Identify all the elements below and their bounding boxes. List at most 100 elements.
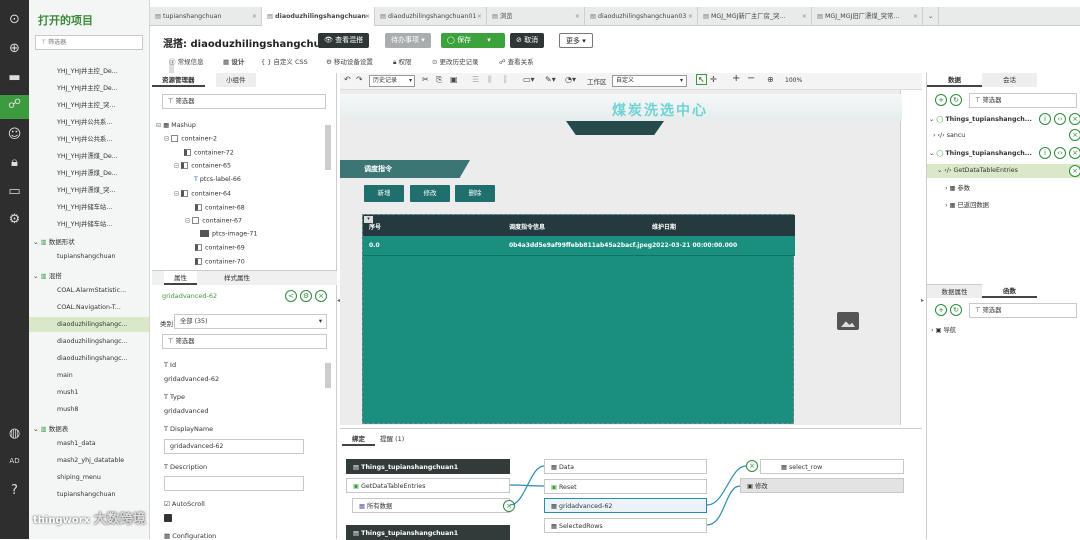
project-item[interactable]: YHJ_YHJ井公共系... [57,134,112,143]
edit-icon[interactable]: ✎▾ [545,75,556,84]
project-item[interactable]: YHJ_YHJ井漂煤_De... [57,168,118,177]
expand-icon[interactable]: ⊟ [185,218,190,225]
tree-node[interactable]: T ptcs-label-66 [194,176,241,183]
thing2-remove-icon[interactable]: × [1069,147,1080,159]
lock-icon[interactable]: 🔒︎ [5,153,24,172]
subtab-lock[interactable]: 🔒︎ 权限 [393,56,412,67]
close-icon[interactable]: × [802,7,807,26]
project-item[interactable]: YHJ_YHJ井储车站... [57,219,112,228]
project-item[interactable]: mash1_data [57,440,96,447]
close-icon[interactable]: × [575,7,580,26]
workspace-select[interactable]: 自定义 ▾ [612,75,687,87]
project-item[interactable]: diaoduzhilingshangc... [29,317,149,332]
tree-node[interactable]: ⊟ container-2 [164,135,217,143]
grid-menu-icon[interactable]: ▾ [364,216,373,223]
spacing-icon[interactable]: ⫿ [504,75,507,85]
project-filter-input[interactable]: ⊤ 筛选器 [35,35,143,50]
user-group-icon[interactable]: ☺ [5,125,24,144]
tab-item[interactable]: ▤ tupianshangchuan × [150,7,262,26]
redo-icon[interactable]: ↷ [356,75,363,84]
thing1-code-icon[interactable]: ‹› [1054,113,1066,125]
category-select[interactable]: 全部 (35) ▾ [174,314,327,329]
autoscroll-checkbox[interactable] [164,514,172,522]
tabs-overflow-icon[interactable]: ⌄ [923,7,939,26]
thing1-remove-icon[interactable]: × [1069,113,1080,125]
collapse-left-icon[interactable]: ◂ [337,297,340,304]
tab-data-properties[interactable]: 数据属性 [927,284,982,298]
project-item[interactable]: mush8 [57,406,78,413]
explorer-filter-input[interactable]: ⊤ 筛选器 [162,94,326,109]
zoom-out-icon[interactable]: − [747,73,755,84]
tree-node[interactable]: ⊟ container-67 [185,217,242,225]
project-item[interactable]: YHJ_YHJ井漂煤_De... [57,151,118,160]
globe-icon[interactable]: ◍ [5,424,24,443]
network-icon[interactable]: ☍ [0,95,29,119]
tree-node[interactable]: ⊟ container-64 [174,190,231,198]
expand-icon[interactable]: ⊟ [164,136,169,143]
project-item[interactable]: YHJ_YHJ井漂煤_突... [57,185,115,194]
todo-button[interactable]: 待办事项 ▾ [385,33,431,48]
distribute-icon[interactable]: ⫼ [488,75,492,85]
add-button[interactable]: 新增 [364,185,404,202]
save-button[interactable]: ◯ 保存 ▾ [441,33,505,48]
tree-node[interactable]: ⊟ container-65 [174,162,231,170]
tab-session[interactable]: 会话 [982,73,1037,87]
refresh-functions-icon[interactable]: ↻ [950,304,962,316]
delete-button[interactable]: 删除 [455,185,495,202]
close-icon[interactable]: × [315,290,327,302]
project-item[interactable]: mash2_yhj_datatable [57,457,124,464]
project-item[interactable]: mush1 [57,389,78,396]
project-item[interactable]: YHJ_YHJ井主控_De... [57,66,118,75]
search-icon[interactable]: ⊙ [5,10,24,29]
monitor-icon[interactable]: ▭ [5,182,24,201]
tab-item[interactable]: ▤ 浏览 × [487,7,585,26]
project-item[interactable]: YHJ_YHJ井储车站... [57,202,112,211]
entries-remove-icon[interactable]: × [1069,165,1080,177]
folder-icon[interactable]: ▬ [5,68,24,87]
subtab-info[interactable]: ⓘ 常规信息 [169,56,204,66]
add-data-icon[interactable]: + [935,94,947,106]
data-returned[interactable]: › ▦ 已返回数据 [945,200,989,209]
tree-node[interactable]: container-70 [195,258,245,266]
project-item[interactable]: shiping_menu [57,474,101,481]
tree-node[interactable]: container-72 [184,149,234,157]
sancu-remove-icon[interactable]: × [1069,129,1080,141]
props-filter-input[interactable]: ⊤ 筛选器 [162,334,327,349]
project-item[interactable]: COAL.Navigation-T... [57,304,121,311]
view-mashup-button[interactable]: 👁 查看混搭 [318,33,370,48]
move-icon[interactable]: ✛ [710,75,717,84]
tree-node[interactable]: ⊟ ▦ Mashup [156,122,196,129]
tab-functions[interactable]: 函数 [982,284,1037,298]
tab-widgets[interactable]: 小组件 [216,73,256,87]
grid-header-info[interactable]: 调度指令信息 [509,222,545,231]
project-item[interactable]: diaoduzhilingshangc... [57,338,128,345]
pointer-icon[interactable]: ↖ [696,74,707,85]
more-button[interactable]: 更多 ▾ [559,33,593,48]
image-placeholder-icon[interactable] [837,312,859,330]
tab-item[interactable]: ▤ MGJ_MGJ旧厂漂煤_突常... × [812,7,923,26]
cancel-button[interactable]: ⊘ 取消 [510,33,545,48]
undo-icon[interactable]: ↶ [344,75,351,84]
history-select[interactable]: 历史记录 ▾ [369,75,415,87]
close-icon[interactable]: × [688,7,693,26]
project-item[interactable]: tupianshangchuan [57,253,115,260]
project-item[interactable]: YHJ_YHJ井主控_突... [57,100,115,109]
subtab-mobile[interactable]: ⚙ 移动设备设置 [326,56,373,66]
description-input[interactable] [164,476,304,491]
close-icon[interactable]: × [365,7,370,26]
layout-icon[interactable]: ▭▾ [523,75,535,84]
project-item[interactable]: diaoduzhilingshangc... [57,355,128,362]
expand-icon[interactable]: ⊟ [174,163,179,170]
project-item[interactable]: tupianshangchuan [57,491,115,498]
data-entries-service[interactable]: ⌄ ‹/› GetDataTableEntries [927,164,1080,178]
tab-item[interactable]: ▤ MGJ_MGJ新厂主厂房_突... × [698,7,812,26]
grid-advanced[interactable]: 序号 调度指令信息 维护日期 ▾ 0.0 0b4a3dd5e9af99ffebb… [362,214,795,424]
zoom-in-icon[interactable]: + [732,73,740,84]
data-thing1[interactable]: ⌄ ◯ Things_tupianshangch... [929,116,1032,123]
design-canvas[interactable]: 煤炭洗选中心 调度指令 新增 修改 删除 序号 调度指令信息 维护日期 ▾ 0.… [340,90,922,425]
grid-header-date[interactable]: 维护日期 [652,222,676,231]
project-item[interactable]: YHJ_YHJ井主控_De... [57,83,118,92]
align-icon[interactable]: ☰ [472,75,479,84]
tab-item[interactable]: ▤ diaoduzhilingshangchuan × [262,7,375,26]
gear-icon[interactable]: ⚙ [5,210,24,229]
